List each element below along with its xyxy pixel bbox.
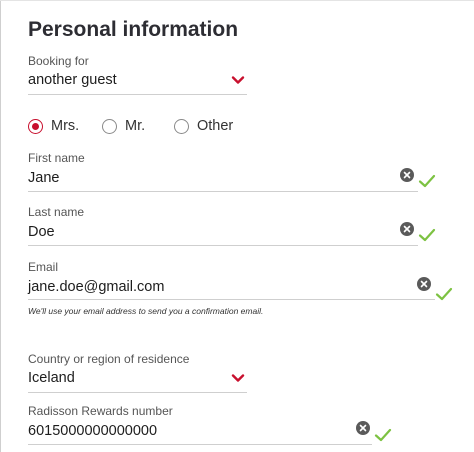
radio-mr[interactable]: Mr. [102,118,172,138]
last-name-clear-icon[interactable] [400,222,414,236]
email-clear-icon[interactable] [417,277,431,291]
rewards-input[interactable]: 6015000000000000 [28,423,157,439]
last-name-input[interactable]: Doe [28,224,55,240]
country-value: Iceland [28,370,75,386]
rewards-label: Radisson Rewards number [28,404,173,418]
email-help-text: We'll use your email address to send you… [28,306,264,316]
radio-other-circle[interactable] [174,119,189,134]
section-title: Personal information [28,18,239,41]
last-name-checkmark-icon [418,228,436,242]
radio-mrs[interactable]: Mrs. [28,118,108,138]
first-name-label: First name [28,151,85,165]
first-name-clear-icon[interactable] [400,168,414,182]
radio-mr-label: Mr. [125,118,146,134]
country-select[interactable]: Iceland [28,366,247,392]
first-name-input[interactable]: Jane [28,170,59,186]
rewards-underline [28,444,372,445]
chevron-down-icon [231,374,245,382]
radio-mrs-dot [32,123,39,130]
booking-for-underline [28,94,247,95]
rewards-checkmark-icon [374,428,392,442]
booking-for-select[interactable]: another guest [28,68,247,94]
frame-border-left [0,0,1,452]
last-name-label: Last name [28,205,85,219]
email-underline [28,299,435,300]
last-name-underline [28,245,418,246]
country-underline [28,392,247,393]
radio-other[interactable]: Other [174,118,264,138]
email-checkmark-icon [435,287,453,301]
booking-for-label: Booking for [28,54,89,68]
email-input[interactable]: jane.doe@gmail.com [28,279,164,295]
radio-other-label: Other [197,118,234,134]
email-label: Email [28,260,59,274]
radio-mrs-label: Mrs. [51,118,80,134]
booking-for-value: another guest [28,72,117,88]
chevron-down-icon [231,76,245,84]
first-name-underline [28,191,418,192]
rewards-clear-icon[interactable] [356,421,370,435]
frame-border-top [0,0,474,1]
radio-mrs-circle[interactable] [28,119,43,134]
country-label: Country or region of residence [28,352,190,366]
radio-mr-circle[interactable] [102,119,117,134]
first-name-checkmark-icon [418,174,436,188]
